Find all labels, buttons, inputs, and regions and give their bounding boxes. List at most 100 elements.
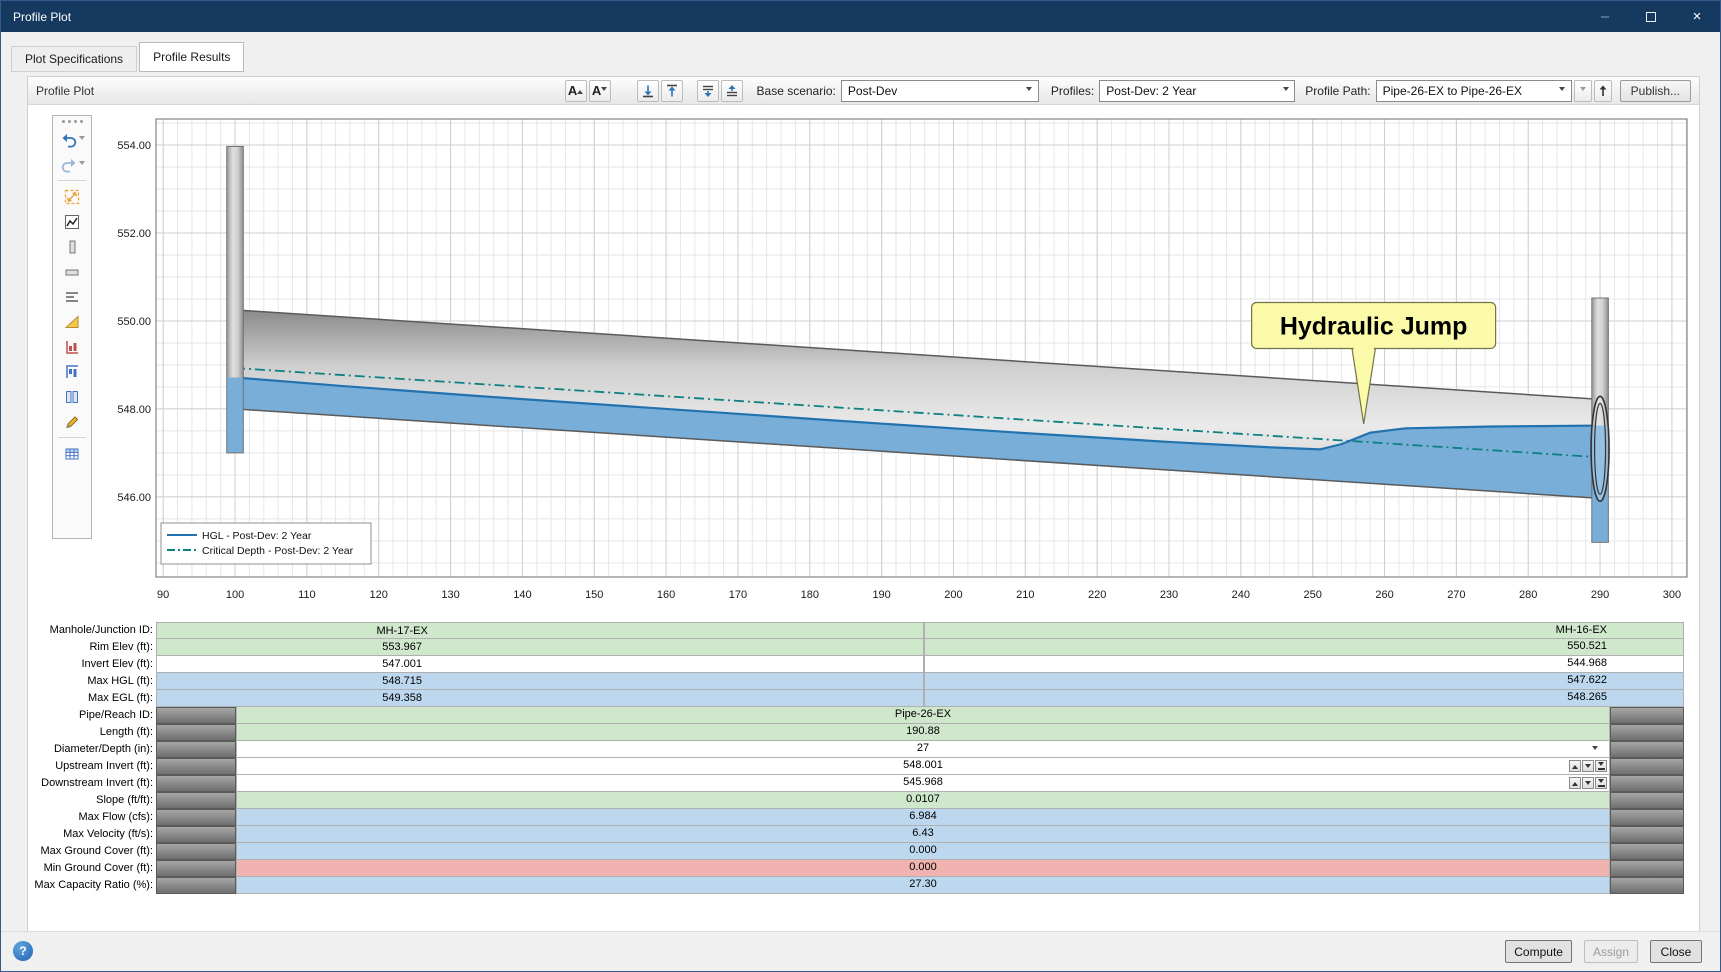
end-cap [1610, 860, 1684, 877]
undo-button[interactable] [55, 127, 89, 152]
profile-plot-window: Profile Plot – × Plot Specifications Pro… [0, 0, 1721, 972]
spin-to-ground-button[interactable] [1595, 777, 1607, 789]
node-cell-left: 547.001 [156, 656, 924, 673]
row-label: Max Ground Cover (ft): [28, 843, 153, 860]
zoom-extents-button[interactable] [55, 184, 89, 209]
spin-up-button[interactable] [1569, 777, 1581, 789]
row-label: Max Velocity (ft/s): [28, 826, 153, 843]
row-label: Slope (ft/ft): [28, 792, 153, 809]
tab-plot-specifications[interactable]: Plot Specifications [11, 46, 137, 72]
edit-annotation-button[interactable] [55, 409, 89, 434]
red-profile-button[interactable] [55, 334, 89, 359]
legend-entry-label: Critical Depth - Post-Dev: 2 Year [202, 545, 354, 557]
pipe-cell: 0.000 [236, 860, 1610, 877]
profile-plot-svg[interactable]: 9010011012013014015016017018019020021022… [102, 112, 1702, 622]
table-bottom-button[interactable] [697, 80, 719, 102]
show-table-button[interactable] [55, 441, 89, 466]
help-button[interactable]: ? [13, 941, 33, 961]
pipe-cell: 0.000 [236, 843, 1610, 860]
table-row: Rim Elev (ft):553.967550.521 [28, 639, 1701, 656]
blue-profile-button[interactable] [55, 359, 89, 384]
window-controls: – × [1582, 1, 1720, 32]
callout-text: Hydraulic Jump [1280, 312, 1468, 340]
spin-down-button[interactable] [1582, 760, 1594, 772]
profile-path-select[interactable]: Pipe-26-EX to Pipe-26-EX [1376, 80, 1572, 102]
tab-strip: Plot Specifications Profile Results [1, 32, 1720, 72]
pipe-cell[interactable]: 545.968 [236, 775, 1610, 792]
line-chart-icon [63, 213, 81, 231]
titlebar[interactable]: Profile Plot – × [1, 1, 1720, 32]
svg-text:110: 110 [298, 589, 316, 601]
close-button[interactable]: Close [1650, 940, 1702, 963]
toolbox-drag-handle[interactable] [62, 120, 83, 123]
svg-text:90: 90 [157, 589, 169, 601]
svg-text:190: 190 [872, 589, 890, 601]
end-cap [1610, 843, 1684, 860]
manhole-water [227, 377, 244, 452]
split-view-button[interactable] [55, 384, 89, 409]
vertical-axis-button[interactable] [55, 234, 89, 259]
window-title: Profile Plot [13, 10, 71, 24]
decrease-font-button[interactable]: A [589, 80, 611, 102]
gridlines-button[interactable] [55, 284, 89, 309]
results-table: Manhole/Junction ID:MH-17-EXMH-16-EXRim … [28, 622, 1701, 902]
diameter-dropdown-button[interactable] [1588, 743, 1601, 756]
svg-text:550.00: 550.00 [117, 316, 151, 328]
node-cell-right: 548.265 [924, 690, 1684, 707]
redo-button[interactable] [55, 152, 89, 177]
node-cell-left: MH-17-EX [156, 622, 924, 639]
publish-button[interactable]: Publish... [1620, 80, 1691, 102]
profiles-select[interactable]: Post-Dev: 2 Year [1099, 80, 1295, 102]
svg-text:260: 260 [1375, 589, 1393, 601]
maximize-button[interactable] [1628, 1, 1674, 32]
table-top-button[interactable] [721, 80, 743, 102]
svg-text:160: 160 [657, 589, 675, 601]
pipe-cell[interactable]: 27 [236, 741, 1610, 758]
chevron-down-icon [79, 161, 85, 168]
increase-font-button[interactable]: A [565, 80, 587, 102]
end-cap [1610, 792, 1684, 809]
row-label: Max HGL (ft): [28, 673, 153, 690]
labels-top-button[interactable] [661, 80, 683, 102]
footer-bar: ? Compute Assign Close [1, 931, 1720, 971]
pipe-cell: 190.88 [236, 724, 1610, 741]
pipe-end-circle [1591, 396, 1609, 501]
lines-arrow-down-icon [700, 83, 716, 99]
end-cap [156, 860, 236, 877]
panel-toolbar: Profile Plot A A [28, 77, 1699, 105]
profile-plot-panel: Profile Plot A A [27, 76, 1700, 933]
table-row: Min Ground Cover (ft):0.000 [28, 860, 1701, 877]
spin-to-ground-button[interactable] [1595, 760, 1607, 772]
blue-chart-icon [63, 363, 81, 381]
close-window-button[interactable]: × [1674, 1, 1720, 32]
pencil-icon [63, 413, 81, 431]
row-label: Max EGL (ft): [28, 690, 153, 707]
chevron-down-icon [1021, 81, 1038, 101]
compute-button[interactable]: Compute [1505, 940, 1572, 963]
fill-slope-button[interactable] [55, 309, 89, 334]
table-row: Pipe/Reach ID:Pipe-26-EX [28, 707, 1701, 724]
end-cap [156, 758, 236, 775]
chart-style-button[interactable] [55, 209, 89, 234]
base-scenario-select[interactable]: Post-Dev [841, 80, 1039, 102]
invert-spinner [1569, 760, 1607, 772]
toolbox-separator [58, 180, 86, 181]
labels-bottom-button[interactable] [637, 80, 659, 102]
profile-path-menu-button[interactable] [1574, 80, 1592, 102]
arrow-up-icon [1597, 84, 1609, 98]
profiles-label: Profiles: [1051, 84, 1094, 98]
end-cap [1610, 741, 1684, 758]
pipe-cell: Pipe-26-EX [236, 707, 1610, 724]
end-cap [156, 877, 236, 894]
pipe-cell[interactable]: 548.001 [236, 758, 1610, 775]
spin-down-button[interactable] [1582, 777, 1594, 789]
minimize-button[interactable]: – [1582, 1, 1628, 32]
tab-profile-results[interactable]: Profile Results [139, 42, 244, 72]
profile-path-up-button[interactable] [1594, 80, 1612, 102]
row-label: Manhole/Junction ID: [28, 622, 153, 639]
red-chart-icon [63, 338, 81, 356]
pipe-cell: 27.30 [236, 877, 1610, 894]
assign-button[interactable]: Assign [1584, 940, 1638, 963]
spin-up-button[interactable] [1569, 760, 1581, 772]
horizontal-axis-button[interactable] [55, 259, 89, 284]
